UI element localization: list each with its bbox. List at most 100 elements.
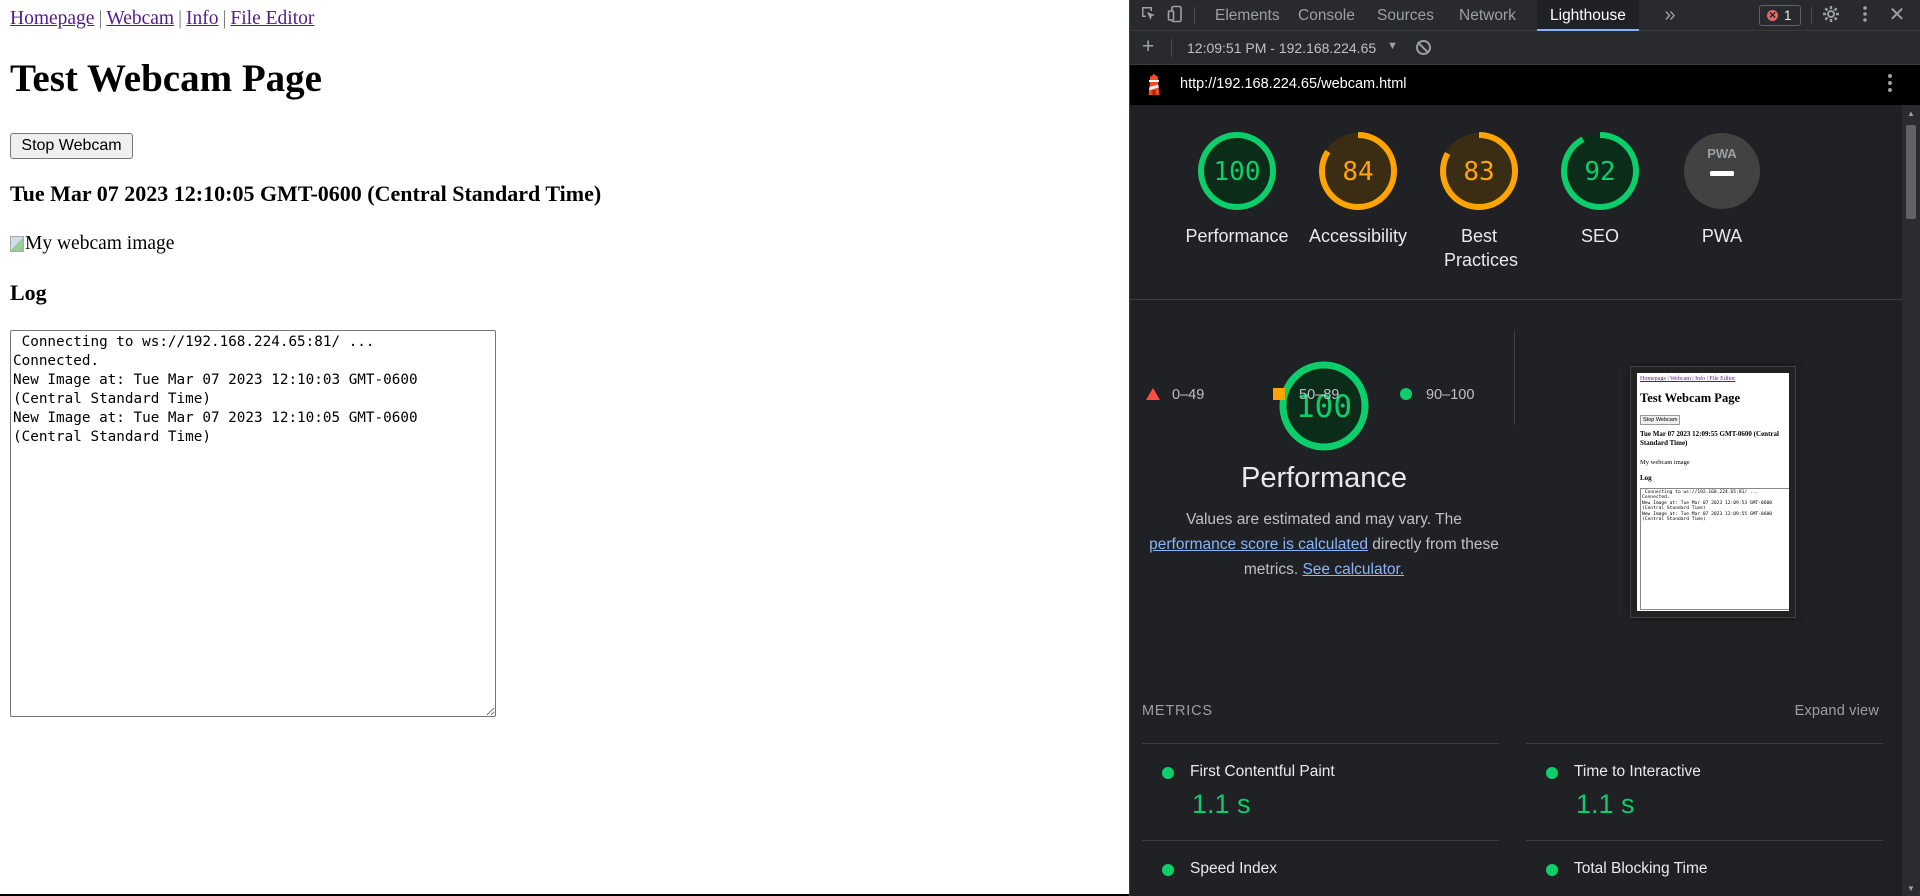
tab-console[interactable]: Console	[1285, 0, 1368, 31]
metric-name: First Contentful Paint	[1190, 763, 1335, 780]
lighthouse-logo-icon	[1148, 74, 1160, 95]
inspect-element-icon[interactable]	[1139, 5, 1159, 25]
gauge-label: Best Practices	[1444, 226, 1519, 270]
pwa-dash-icon	[1710, 171, 1734, 176]
settings-gear-icon[interactable]	[1821, 5, 1841, 25]
metrics-heading: METRICS	[1142, 703, 1213, 719]
lighthouse-report[interactable]: 100 Performance 84 Accessibility 83 Best Prac…	[1130, 105, 1903, 896]
gauge-best-practices[interactable]: 83 Best Practices	[1414, 130, 1544, 272]
device-toolbar-icon[interactable]	[1166, 5, 1186, 25]
average-square-icon	[1273, 388, 1285, 400]
perf-desc-text: Values are estimated and may vary. The	[1186, 511, 1462, 528]
webcam-image-alt-text: My webcam image	[25, 233, 175, 254]
see-calculator-link[interactable]: See calculator.	[1302, 561, 1404, 578]
page-title: Test Webcam Page	[10, 57, 322, 100]
devtools-panel: Elements Console Sources Network Lightho…	[1129, 0, 1920, 896]
metric-first-contentful-paint: First Contentful Paint 1.1 s	[1142, 743, 1499, 840]
lighthouse-toolbar: + 12:09:51 PM - 192.168.224.65 ▼	[1130, 31, 1920, 65]
tab-sources[interactable]: Sources	[1364, 0, 1447, 31]
performance-title: Performance	[1240, 462, 1407, 494]
legend-average: 50–89	[1273, 387, 1339, 403]
devtools-tab-bar: Elements Console Sources Network Lightho…	[1130, 0, 1920, 31]
gauge-label: SEO	[1580, 226, 1619, 246]
tab-lighthouse[interactable]: Lighthouse	[1537, 0, 1639, 31]
score-ring: PWA	[1684, 133, 1760, 209]
current-datetime: Tue Mar 07 2023 12:10:05 GMT-0600 (Centr…	[10, 181, 602, 206]
thumb-button: Stop Webcam	[1640, 415, 1681, 425]
metric-name: Speed Index	[1190, 860, 1278, 877]
report-url: http://192.168.224.65/webcam.html	[1180, 76, 1407, 92]
pass-circle-icon	[1162, 767, 1174, 779]
nav-link-info[interactable]: Info	[186, 8, 219, 29]
more-tabs-icon[interactable]: »	[1660, 5, 1680, 25]
log-heading: Log	[10, 280, 47, 305]
score-value: 100	[1214, 157, 1261, 187]
chevron-down-icon[interactable]: ▼	[1387, 40, 1398, 52]
score-ring: 92	[1561, 132, 1639, 210]
clear-reports-icon[interactable]	[1416, 40, 1431, 55]
metric-time-to-interactive: Time to Interactive 1.1 s	[1526, 743, 1883, 840]
thumb-log-text: Connecting to ws://192.168.224.65:81/ ..…	[1640, 488, 1789, 610]
perf-score-calculated-link[interactable]: performance score is calculated	[1149, 536, 1368, 553]
thumb-log-heading: Log	[1640, 474, 1652, 482]
tab-elements[interactable]: Elements	[1202, 0, 1293, 31]
thumb-image-alt: My webcam image	[1640, 459, 1690, 466]
close-devtools-icon[interactable]: ✕	[1887, 5, 1907, 25]
nav-separator: |	[98, 8, 103, 29]
top-nav: Homepage | Webcam | Info | File Editor	[10, 8, 314, 30]
toolbar-divider	[1811, 7, 1812, 24]
score-gauges: 100 Performance 84 Accessibility 83 Best Prac…	[1130, 105, 1903, 300]
metric-speed-index: Speed Index	[1142, 840, 1499, 896]
performance-summary: 100 Performance Values are estimated and…	[1142, 330, 1506, 582]
scroll-up-icon[interactable]: ▲	[1907, 109, 1915, 118]
gauge-seo[interactable]: 92 SEO	[1535, 130, 1665, 248]
tab-network[interactable]: Network	[1446, 0, 1529, 31]
report-url-bar: http://192.168.224.65/webcam.html	[1130, 65, 1920, 105]
scrollbar-thumb[interactable]	[1906, 125, 1916, 219]
performance-description: Values are estimated and may vary. The p…	[1142, 507, 1506, 582]
nav-link-webcam[interactable]: Webcam	[106, 8, 174, 29]
gauge-pwa[interactable]: PWA PWA	[1657, 130, 1787, 248]
thumb-nav: Homepage | Webcam | Info | File Editor	[1640, 376, 1736, 382]
score-value: 92	[1584, 157, 1615, 187]
gauge-accessibility[interactable]: 84 Accessibility	[1293, 130, 1423, 248]
expand-view-toggle[interactable]: Expand view	[1795, 703, 1879, 719]
error-count-badge[interactable]: 1	[1759, 5, 1801, 26]
thumb-title: Test Webcam Page	[1640, 391, 1740, 405]
page-screenshot-thumbnail[interactable]: Homepage | Webcam | Info | File Editor T…	[1630, 366, 1796, 618]
score-value: 84	[1342, 157, 1373, 187]
error-icon	[1767, 6, 1778, 25]
broken-image-icon	[10, 236, 24, 252]
customize-menu-icon[interactable]	[1855, 5, 1875, 25]
gauge-label: Accessibility	[1308, 226, 1408, 246]
report-menu-icon[interactable]	[1887, 73, 1893, 93]
pass-circle-icon	[1546, 864, 1558, 876]
nav-separator: |	[222, 8, 227, 29]
new-report-icon[interactable]: +	[1142, 35, 1154, 59]
pass-circle-icon	[1546, 767, 1558, 779]
pwa-badge-text: PWA	[1707, 146, 1737, 161]
stop-webcam-button[interactable]: Stop Webcam	[10, 133, 133, 159]
scroll-down-icon[interactable]: ▼	[1907, 884, 1915, 893]
section-divider	[1514, 330, 1515, 425]
metric-name: Total Blocking Time	[1574, 860, 1708, 877]
log-textarea[interactable]: Connecting to ws://192.168.224.65:81/ ..…	[10, 330, 496, 717]
metric-total-blocking-time: Total Blocking Time	[1526, 840, 1883, 896]
score-value: 83	[1463, 157, 1494, 187]
nav-link-file-editor[interactable]: File Editor	[230, 8, 314, 29]
score-ring: 100	[1198, 132, 1276, 210]
gauge-performance[interactable]: 100 Performance	[1172, 130, 1302, 248]
webcam-page: Homepage | Webcam | Info | File Editor Test We…	[0, 0, 1128, 896]
webcam-image: My webcam image	[10, 233, 174, 255]
gauge-label: PWA	[1701, 226, 1743, 246]
nav-link-homepage[interactable]: Homepage	[10, 8, 94, 29]
gauge-label: Performance	[1185, 226, 1289, 246]
legend-average-label: 50–89	[1299, 387, 1340, 403]
fail-triangle-icon	[1146, 388, 1160, 400]
metric-name: Time to Interactive	[1574, 763, 1701, 780]
report-selector[interactable]: 12:09:51 PM - 192.168.224.65	[1187, 40, 1376, 56]
toolbar-divider	[1194, 7, 1195, 24]
legend-fail-label: 0–49	[1172, 387, 1205, 403]
report-scrollbar[interactable]: ▲ ▼	[1902, 105, 1920, 896]
metrics-header: METRICS Expand view	[1142, 703, 1883, 719]
